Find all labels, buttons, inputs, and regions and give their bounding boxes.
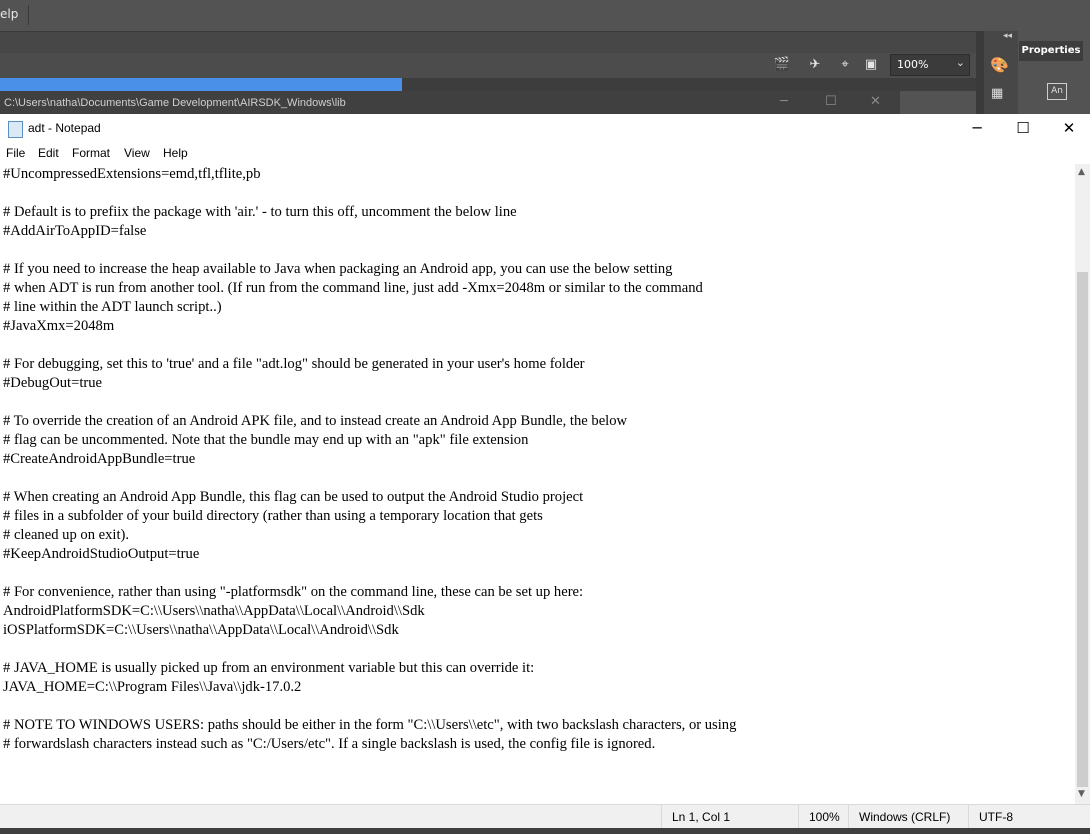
text-editor[interactable]: #UncompressedExtensions=emd,tfl,tflite,p… (0, 164, 1075, 804)
notepad-menubar: File Edit Format View Help (0, 144, 1090, 164)
zoom-value: 100% (897, 58, 929, 71)
progress-fill (0, 78, 403, 91)
text-line: #AddAirToAppID=false (3, 223, 147, 239)
text-line: #UncompressedExtensions=emd,tfl,tflite,p… (3, 166, 261, 182)
text-line: # flag can be uncommented. Note that the… (3, 432, 529, 448)
camera-tool-icon[interactable]: ✈ (806, 56, 824, 74)
chevron-down-icon: ⌄ (955, 56, 965, 69)
animate-doc-icon[interactable]: An (1047, 83, 1067, 100)
text-line: # When creating an Android App Bundle, t… (3, 489, 584, 505)
status-zoom: 100% (798, 805, 847, 830)
help-menu[interactable]: elp (0, 7, 18, 21)
panel-divider (976, 31, 984, 116)
text-line: # cleaned up on exit). (3, 527, 130, 543)
background-menubar: elp (0, 0, 1090, 31)
scrollbar-thumb[interactable] (1077, 272, 1088, 787)
library-icon[interactable]: ▦ (991, 86, 1003, 101)
text-line: # NOTE TO WINDOWS USERS: paths should be… (3, 717, 737, 733)
background-toolbar (0, 31, 976, 54)
notepad-titlebar: adt - Notepad ─ ☐ ✕ (0, 114, 1090, 144)
text-line: #CreateAndroidAppBundle=true (3, 451, 196, 467)
text-line: AndroidPlatformSDK=C:\\Users\\natha\\App… (3, 603, 425, 619)
text-line: # JAVA_HOME is usually picked up from an… (3, 660, 535, 676)
scroll-down-icon[interactable]: ▼ (1078, 789, 1085, 799)
text-line: JAVA_HOME=C:\\Program Files\\Java\\jdk-1… (3, 679, 302, 695)
palette-icon[interactable]: 🎨 (990, 56, 1009, 74)
fit-stage-icon[interactable]: ▣ (862, 56, 880, 74)
menu-help[interactable]: Help (163, 146, 188, 160)
explorer-path: C:\Users\natha\Documents\Game Developmen… (4, 97, 346, 109)
text-line: # For debugging, set this to 'true' and … (3, 356, 585, 372)
close-icon[interactable]: ✕ (870, 94, 881, 109)
crosshair-icon[interactable]: ⌖ (836, 56, 854, 74)
menu-file[interactable]: File (6, 146, 25, 160)
clapper-icon[interactable]: 🎬 (773, 56, 791, 74)
text-line: # when ADT is run from another tool. (If… (3, 280, 703, 296)
text-line: iOSPlatformSDK=C:\\Users\\natha\\AppData… (3, 622, 399, 638)
tab-properties[interactable]: Properties (1019, 41, 1083, 61)
text-line: # For convenience, rather than using "-p… (3, 584, 584, 600)
text-line: # forwardslash characters instead such a… (3, 736, 656, 752)
vertical-scrollbar[interactable]: ▲ ▼ (1075, 164, 1090, 804)
line-endings: Windows (CRLF) (848, 805, 959, 830)
menu-format[interactable]: Format (72, 146, 110, 160)
zoom-select[interactable]: 100% ⌄ (890, 54, 970, 76)
encoding: UTF-8 (968, 805, 1079, 830)
notepad-window: adt - Notepad ─ ☐ ✕ File Edit Format Vie… (0, 114, 1090, 834)
cursor-position: Ln 1, Col 1 (661, 805, 782, 830)
text-line: #KeepAndroidStudioOutput=true (3, 546, 200, 562)
notepad-icon (8, 121, 23, 138)
minimize-button[interactable]: ─ (954, 114, 1000, 144)
menu-separator (28, 5, 29, 25)
menu-edit[interactable]: Edit (38, 146, 59, 160)
text-line: # Default is to prefiix the package with… (3, 204, 517, 220)
taskbar-edge (0, 828, 1090, 834)
scroll-up-icon[interactable]: ▲ (1078, 167, 1085, 177)
text-line: # If you need to increase the heap avail… (3, 261, 673, 277)
menu-view[interactable]: View (124, 146, 150, 160)
status-bar: Ln 1, Col 1 100% Windows (CRLF) UTF-8 (0, 804, 1090, 830)
maximize-icon[interactable]: ☐ (825, 94, 837, 109)
maximize-button[interactable]: ☐ (1000, 114, 1046, 144)
window-title: adt - Notepad (28, 121, 101, 135)
text-line: # To override the creation of an Android… (3, 413, 628, 429)
text-line: # line within the ADT launch script..) (3, 299, 222, 315)
text-line: #JavaXmx=2048m (3, 318, 115, 334)
collapse-icon[interactable]: ◂◂ (1003, 31, 1012, 41)
text-line: # files in a subfolder of your build dir… (3, 508, 543, 524)
text-line: #DebugOut=true (3, 375, 103, 391)
minimize-icon[interactable]: ─ (780, 94, 788, 109)
background-stage-toolbar (0, 53, 976, 78)
close-button[interactable]: ✕ (1046, 114, 1090, 144)
